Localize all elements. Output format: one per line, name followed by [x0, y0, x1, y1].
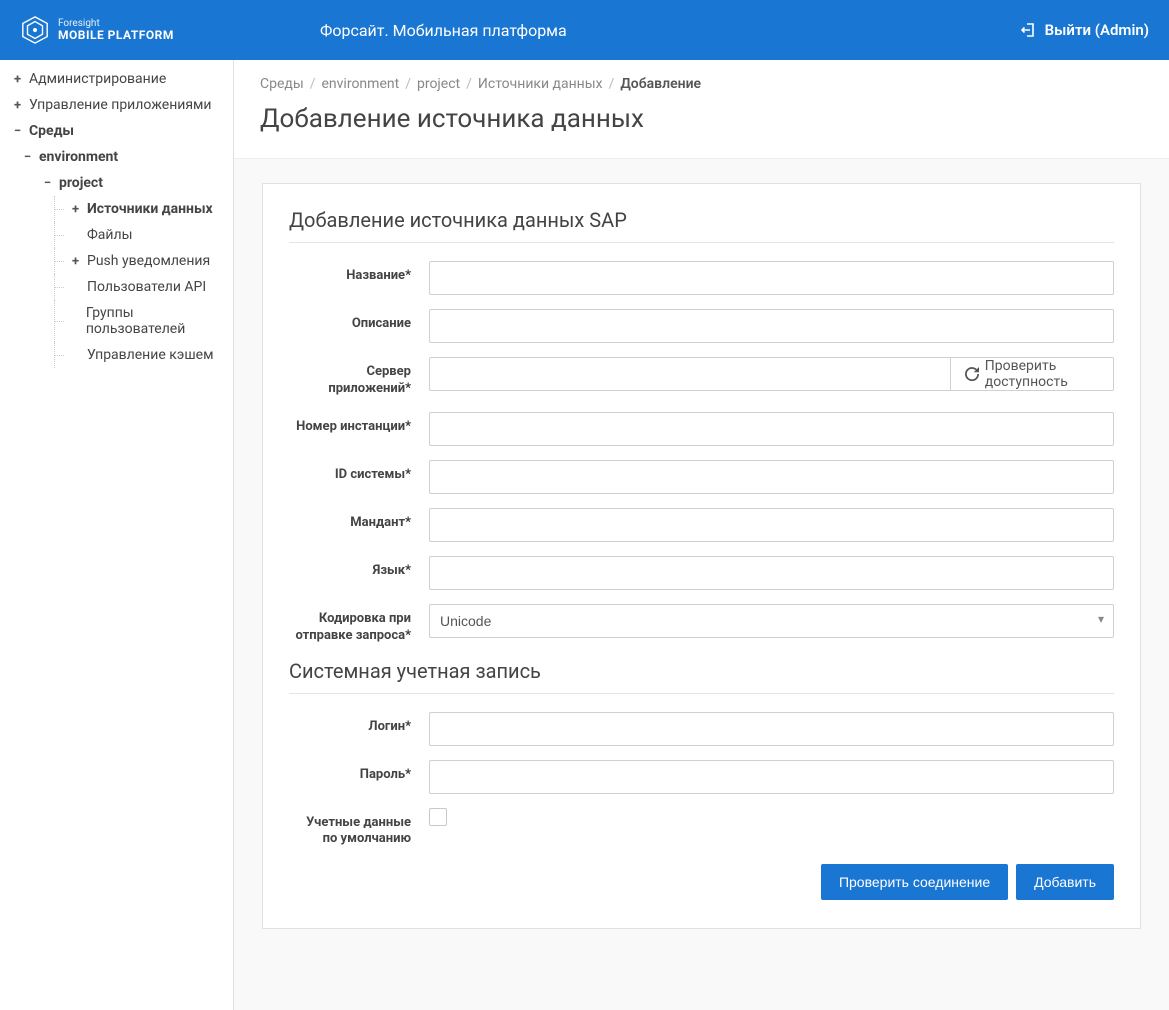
sidebar-item-files[interactable]: ·Файлы — [0, 222, 233, 248]
header: Foresight MOBILE PLATFORM Форсайт. Мобил… — [0, 0, 1169, 60]
sidebar-item-admin[interactable]: + Администрирование — [0, 66, 233, 92]
page-title: Добавление источника данных — [260, 104, 1143, 134]
sidebar-item-datasources[interactable]: + Источники данных — [0, 196, 233, 222]
sidebar-item-push[interactable]: + Push уведомления — [0, 248, 233, 274]
expand-icon[interactable]: + — [68, 254, 83, 269]
label-login: Логин* — [289, 712, 429, 746]
logout-icon — [1021, 22, 1037, 38]
sidebar-item-environment[interactable]: − environment — [0, 144, 233, 170]
header-title: Форсайт. Мобильная платформа — [320, 21, 567, 40]
label-system-id: ID системы* — [289, 460, 429, 494]
mandant-input[interactable] — [429, 508, 1114, 542]
sidebar-item-apps[interactable]: + Управление приложениями — [0, 92, 233, 118]
breadcrumb-link[interactable]: Среды — [260, 76, 304, 92]
form-panel: Добавление источника данных SAP Название… — [262, 183, 1141, 929]
label-default-creds: Учетные данные по умолчанию — [289, 808, 429, 849]
sidebar: + Администрирование + Управление приложе… — [0, 60, 234, 1010]
sidebar-item-project[interactable]: − project — [0, 170, 233, 196]
system-id-input[interactable] — [429, 460, 1114, 494]
sidebar-item-label: Пользователи API — [87, 279, 206, 295]
logout-button[interactable]: Выйти (Admin) — [1021, 21, 1149, 39]
label-app-server: Сервер приложений* — [289, 357, 429, 398]
add-button[interactable]: Добавить — [1016, 864, 1114, 900]
expand-icon[interactable]: + — [68, 202, 83, 217]
default-creds-checkbox[interactable] — [429, 808, 447, 826]
expand-icon[interactable]: + — [10, 72, 25, 87]
label-description: Описание — [289, 309, 429, 343]
topband: Среды/ environment/ project/ Источники д… — [234, 60, 1169, 159]
app-server-input[interactable] — [429, 357, 951, 391]
description-input[interactable] — [429, 309, 1114, 343]
sidebar-item-label: Push уведомления — [87, 253, 210, 269]
logout-label: Выйти (Admin) — [1045, 21, 1149, 39]
sidebar-item-label: environment — [39, 149, 118, 165]
language-input[interactable] — [429, 556, 1114, 590]
label-encoding: Кодировка при отправке запроса* — [289, 604, 429, 645]
name-input[interactable] — [429, 261, 1114, 295]
breadcrumb-link[interactable]: project — [417, 76, 460, 92]
breadcrumb-link[interactable]: environment — [322, 76, 400, 92]
breadcrumb-current: Добавление — [620, 76, 701, 92]
check-availability-button[interactable]: Проверить доступность — [951, 357, 1114, 391]
sidebar-item-label: Файлы — [87, 227, 132, 243]
collapse-icon[interactable]: − — [10, 124, 25, 139]
expand-icon[interactable]: + — [10, 98, 25, 113]
main: Среды/ environment/ project/ Источники д… — [234, 60, 1169, 1010]
collapse-icon[interactable]: − — [40, 176, 55, 191]
label-name: Название* — [289, 261, 429, 295]
sidebar-item-user-groups[interactable]: ·Группы пользователей — [0, 300, 233, 342]
sidebar-item-label: Администрирование — [29, 71, 166, 87]
sidebar-item-label: Среды — [29, 123, 74, 139]
breadcrumb-link[interactable]: Источники данных — [478, 76, 603, 92]
encoding-select[interactable]: Unicode — [429, 604, 1114, 638]
brand-top: Foresight — [58, 18, 174, 29]
sidebar-item-api-users[interactable]: ·Пользователи API — [0, 274, 233, 300]
logo[interactable]: Foresight MOBILE PLATFORM — [20, 15, 250, 45]
login-input[interactable] — [429, 712, 1114, 746]
collapse-icon[interactable]: − — [20, 150, 35, 165]
brand-bottom: MOBILE PLATFORM — [58, 29, 174, 42]
sidebar-item-label: Управление кэшем — [87, 347, 213, 363]
password-input[interactable] — [429, 760, 1114, 794]
sidebar-item-environments[interactable]: − Среды — [0, 118, 233, 144]
section-title: Системная учетная запись — [289, 659, 1114, 694]
check-connection-button[interactable]: Проверить соединение — [821, 864, 1008, 900]
sidebar-item-cache[interactable]: ·Управление кэшем — [0, 342, 233, 368]
refresh-icon — [965, 367, 979, 381]
sidebar-item-label: Группы пользователей — [86, 305, 225, 337]
section-title: Добавление источника данных SAP — [289, 208, 1114, 243]
sidebar-item-label: Управление приложениями — [29, 97, 212, 113]
sidebar-item-label: Источники данных — [87, 201, 213, 217]
label-instance-number: Номер инстанции* — [289, 412, 429, 446]
logo-icon — [20, 15, 50, 45]
label-password: Пароль* — [289, 760, 429, 794]
check-availability-label: Проверить доступность — [985, 358, 1099, 390]
sidebar-item-label: project — [59, 175, 103, 191]
instance-number-input[interactable] — [429, 412, 1114, 446]
label-language: Язык* — [289, 556, 429, 590]
label-mandant: Мандант* — [289, 508, 429, 542]
breadcrumb: Среды/ environment/ project/ Источники д… — [260, 76, 1143, 92]
